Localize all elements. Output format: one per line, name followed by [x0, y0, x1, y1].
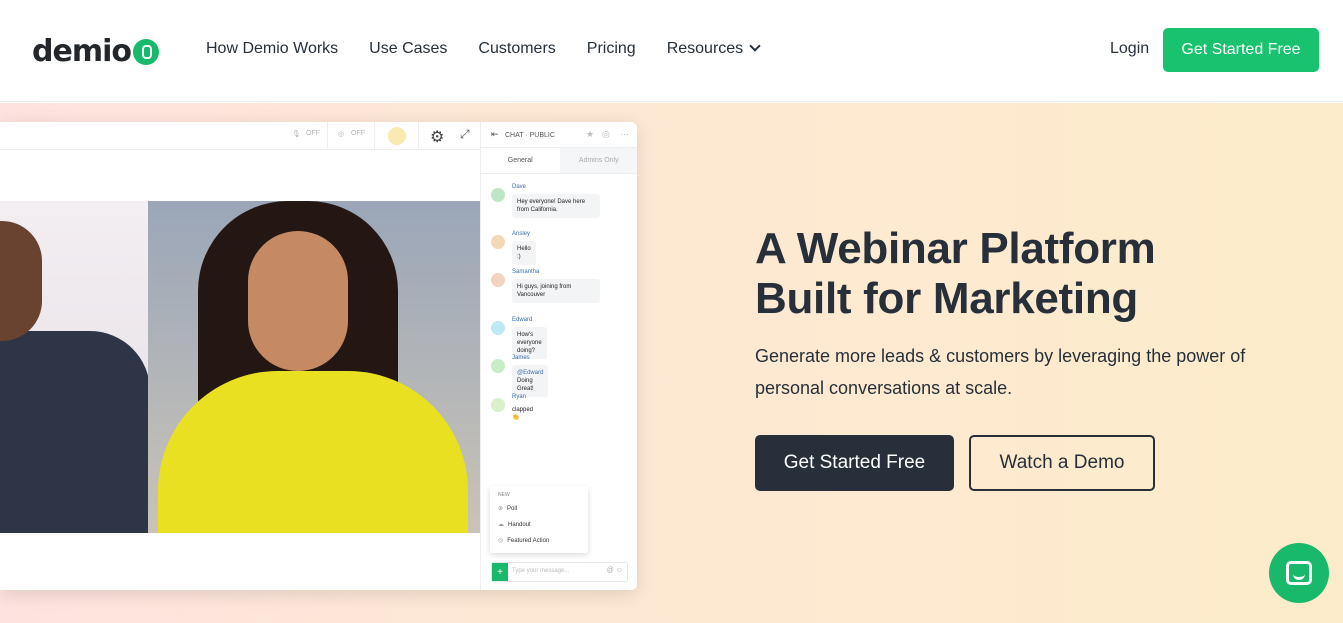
target-icon: ◎: [498, 538, 504, 544]
intercom-chat-icon: [1286, 561, 1312, 585]
avatar: [491, 188, 505, 202]
avatar: [491, 273, 505, 287]
emoji-icon: @ ☺: [606, 567, 623, 574]
star-icon: ★: [586, 129, 595, 139]
chat-message-author: Dave: [512, 184, 527, 190]
logo-mic-icon: [132, 38, 159, 65]
menu-item-label: Poll: [507, 506, 518, 512]
video-area: [0, 201, 480, 533]
watch-demo-button[interactable]: Watch a Demo: [969, 435, 1155, 491]
video-tile-presenter-2: [148, 201, 480, 533]
avatar: [491, 321, 505, 335]
site-header: demio How Demio Works Use Cases Customer…: [0, 0, 1343, 102]
nav-use-cases[interactable]: Use Cases: [369, 40, 447, 58]
collapse-icon: ⇤: [491, 129, 499, 139]
header-get-started-button[interactable]: Get Started Free: [1163, 28, 1319, 72]
chat-input-placeholder: Type your message...: [512, 568, 570, 574]
mic-icon: 🎙: [292, 131, 301, 138]
menu-title: NEW: [498, 492, 510, 498]
chat-input: + Type your message... @ ☺: [491, 562, 628, 582]
cloud-icon: ☁: [498, 522, 504, 528]
logo[interactable]: demio: [32, 34, 159, 69]
intercom-launcher[interactable]: [1269, 543, 1329, 603]
expand-icon: ⤢: [460, 127, 470, 141]
settings-icon: ◎: [602, 129, 610, 139]
chat-message-text: Hey everyone! Dave here from California.: [512, 194, 600, 218]
camera-status: OFF: [351, 130, 365, 137]
mic-status: OFF: [306, 130, 320, 137]
main-nav: How Demio Works Use Cases Customers Pric…: [206, 40, 790, 58]
chat-message-author: Samantha: [512, 269, 540, 275]
hero-title-line-2: Built for Marketing: [755, 274, 1138, 323]
gear-icon: ⚙: [430, 129, 445, 146]
chat-message-text: @Edward Doing Great!: [512, 365, 549, 397]
video-tile-presenter-1: [0, 201, 148, 533]
menu-item-label: Handout: [508, 522, 531, 528]
get-started-button[interactable]: Get Started Free: [755, 435, 954, 491]
menu-item-poll: ⊕ Poll: [498, 505, 517, 512]
more-icon: ···: [620, 129, 629, 139]
hero-title: A Webinar Platform Built for Marketing: [755, 224, 1275, 324]
nav-pricing[interactable]: Pricing: [587, 40, 636, 58]
chat-message-author: Edward: [512, 317, 533, 323]
menu-item-featured-action: ◎ Featured Action: [498, 537, 549, 544]
user-avatar: [388, 127, 406, 145]
chat-message-text: Hi guys, joining from Vancouver: [512, 279, 600, 303]
toolbar-divider: [418, 122, 419, 150]
webinar-app-preview: 🎙 OFF ◎ OFF ⚙ ⤢ ⇤ CHAT · PUBLIC ★ ◎ ···: [0, 122, 637, 590]
avatar: [491, 235, 505, 249]
presenter-1-head: [0, 221, 42, 341]
webinar-toolbar: 🎙 OFF ◎ OFF ⚙ ⤢: [0, 122, 480, 150]
chat-panel: ⇤ CHAT · PUBLIC ★ ◎ ··· General Admins O…: [480, 122, 637, 590]
chat-message-text: Hello :): [512, 241, 536, 265]
avatar: [491, 359, 505, 373]
mention: @Edward: [517, 370, 544, 376]
chat-message-author: Ansley: [512, 231, 531, 237]
avatar: [491, 398, 505, 412]
chat-header: ⇤ CHAT · PUBLIC ★ ◎ ···: [481, 122, 637, 148]
nav-resources-label: Resources: [666, 40, 744, 57]
tab-general: General: [507, 157, 533, 164]
toolbar-divider: [374, 122, 375, 150]
chat-message-author: James: [512, 355, 530, 361]
presenter-2-figure: [158, 371, 468, 533]
nav-resources[interactable]: Resources: [666, 40, 761, 58]
logo-text: demio: [32, 34, 132, 69]
menu-item-label: Featured Action: [507, 538, 550, 544]
nav-customers[interactable]: Customers: [478, 40, 555, 58]
chat-message-text: clapped 👏: [512, 407, 534, 421]
login-link[interactable]: Login: [1110, 40, 1149, 58]
chat-message-author: Ryan: [512, 394, 527, 400]
menu-item-handout: ☁ Handout: [498, 521, 531, 528]
hero-subtitle: Generate more leads & customers by lever…: [755, 346, 1246, 398]
chat-tabs: General Admins Only: [481, 148, 637, 174]
toolbar-divider: [327, 122, 328, 150]
presenter-2-face: [248, 231, 348, 371]
chevron-down-icon: [749, 40, 761, 52]
poll-icon: ⊕: [498, 506, 504, 512]
camera-icon: ◎: [338, 131, 345, 138]
nav-how-demio-works[interactable]: How Demio Works: [206, 40, 338, 58]
hero-title-line-1: A Webinar Platform: [755, 224, 1156, 273]
tab-admins-only: Admins Only: [559, 148, 637, 173]
chat-message-body: Doing Great!: [517, 378, 534, 392]
plus-icon: +: [492, 563, 508, 581]
chat-header-label: CHAT · PUBLIC: [505, 132, 555, 139]
new-item-menu: NEW ⊕ Poll ☁ Handout ◎ Featured Action: [490, 486, 588, 553]
presenter-1-figure: [0, 331, 148, 533]
